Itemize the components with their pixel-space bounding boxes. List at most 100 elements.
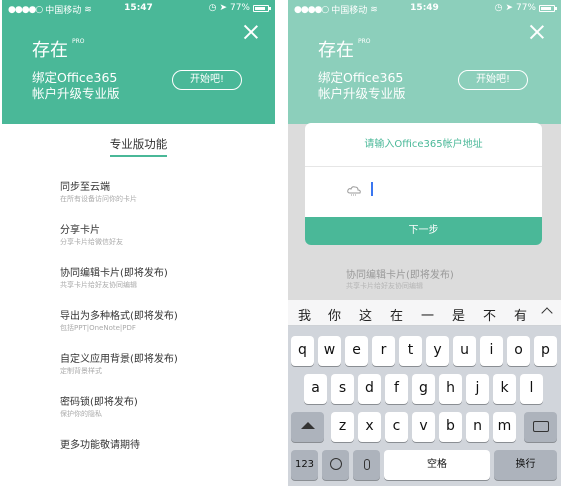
candidate-word[interactable]: 在: [390, 305, 403, 324]
pro-badge: PRO: [358, 38, 371, 45]
chevron-up-icon[interactable]: [541, 307, 553, 319]
key[interactable]: d: [358, 374, 381, 404]
key[interactable]: c: [385, 412, 408, 442]
key[interactable]: q: [291, 336, 314, 366]
dimmed-feature-title: 协同编辑卡片(即将发布): [346, 270, 454, 281]
feature-export: 导出为多种格式(即将发布) 包括PPT|OneNote|PDF: [60, 307, 265, 350]
key[interactable]: x: [358, 412, 381, 442]
key[interactable]: y: [426, 336, 449, 366]
globe-key[interactable]: [322, 450, 349, 480]
key[interactable]: b: [439, 412, 462, 442]
key[interactable]: s: [331, 374, 354, 404]
backspace-icon: [532, 421, 549, 432]
dimmed-feature-subtitle: 共享卡片给好友协同编辑: [346, 282, 423, 290]
key[interactable]: g: [412, 374, 435, 404]
feature-subtitle: 保护你的隐私: [60, 410, 102, 418]
candidate-word[interactable]: 不: [483, 305, 496, 324]
feature-subtitle: 共享卡片给好友协同编辑: [60, 281, 137, 289]
feature-share: 分享卡片 分享卡片给微信好友: [60, 221, 265, 264]
close-icon: [529, 24, 545, 40]
key[interactable]: l: [520, 374, 543, 404]
key[interactable]: k: [493, 374, 516, 404]
account-input-row[interactable]: [305, 167, 542, 217]
location-icon: ➤: [505, 3, 513, 13]
candidate-word[interactable]: 一: [421, 305, 434, 324]
account-address-input[interactable]: [367, 181, 517, 199]
feature-coedit: 协同编辑卡片(即将发布) 共享卡片给好友协同编辑: [60, 264, 265, 307]
key[interactable]: i: [480, 336, 503, 366]
key[interactable]: u: [453, 336, 476, 366]
battery-icon: [253, 4, 271, 12]
key[interactable]: m: [493, 412, 516, 442]
feature-subtitle: 定制背景样式: [60, 367, 102, 375]
alarm-icon: ◷: [494, 3, 503, 13]
promo-line-2: 帐户升级专业版: [32, 86, 120, 101]
key[interactable]: v: [412, 412, 435, 442]
key[interactable]: j: [466, 374, 489, 404]
return-key[interactable]: 换行: [494, 450, 557, 480]
feature-sync: 同步至云端 在所有设备访问你的卡片: [60, 178, 265, 221]
key[interactable]: z: [331, 412, 354, 442]
key[interactable]: r: [372, 336, 395, 366]
feature-more: 更多功能敬请期待: [60, 436, 265, 479]
candidate-word[interactable]: 我: [298, 305, 311, 324]
promo-line-1: 绑定Office365: [318, 70, 404, 85]
keyboard: q w e r t y u i o p a s d f g h j k l z …: [288, 326, 561, 486]
globe-icon: [329, 458, 342, 470]
shift-icon: [300, 422, 315, 429]
promo-header-dimmed: ●●●●○ 中国移动 ≋ 15:49 ◷ ➤ 77% 存在 PRO 绑定Offic…: [288, 0, 561, 124]
key[interactable]: n: [466, 412, 489, 442]
candidate-word[interactable]: 你: [328, 305, 341, 324]
start-button: 开始吧!: [458, 70, 528, 90]
key[interactable]: e: [345, 336, 368, 366]
start-button[interactable]: 开始吧!: [172, 70, 242, 90]
office365-dialog: 请输入Office365帐户地址 下一步: [305, 123, 542, 245]
dimmed-feature: 协同编辑卡片(即将发布) 共享卡片给好友协同编辑: [346, 266, 454, 291]
screen-office365-input: 协同编辑卡片(即将发布) 共享卡片给好友协同编辑 ●●●●○ 中国移动 ≋ 15…: [288, 0, 561, 486]
feature-list: 同步至云端 在所有设备访问你的卡片 分享卡片 分享卡片给微信好友 协同编辑卡片(…: [60, 178, 265, 479]
battery-percent: 77%: [229, 3, 250, 13]
dialog-title: 请输入Office365帐户地址: [305, 123, 542, 167]
status-bar: ●●●●○ 中国移动 ≋ 15:47 ◷ ➤ 77%: [2, 0, 275, 16]
features-title-wrap: 专业版功能: [2, 136, 275, 157]
key[interactable]: h: [439, 374, 462, 404]
key[interactable]: o: [507, 336, 530, 366]
brand-name: 存在: [32, 40, 68, 61]
promo-text: 绑定Office365 帐户升级专业版: [32, 70, 120, 102]
key[interactable]: p: [534, 336, 557, 366]
status-bar: ●●●●○ 中国移动 ≋ 15:49 ◷ ➤ 77%: [288, 0, 561, 16]
close-icon[interactable]: [243, 24, 259, 40]
feature-title: 密码锁(即将发布): [60, 397, 138, 408]
screen-pro-features: ●●●●○ 中国移动 ≋ 15:47 ◷ ➤ 77% 存在 PRO 绑定Offic…: [2, 0, 275, 486]
promo-line-2: 帐户升级专业版: [318, 86, 406, 101]
next-button[interactable]: 下一步: [305, 217, 542, 245]
candidate-word[interactable]: 这: [359, 305, 372, 324]
candidate-bar: 我 你 这 在 一 是 不 有: [288, 300, 561, 326]
candidate-word[interactable]: 有: [514, 305, 527, 324]
pro-badge: PRO: [72, 38, 85, 45]
dictation-key[interactable]: [353, 450, 380, 480]
feature-title: 分享卡片: [60, 225, 100, 236]
numbers-key[interactable]: 123: [291, 450, 318, 480]
feature-background: 自定义应用背景(即将发布) 定制背景样式: [60, 350, 265, 393]
brand-name: 存在: [318, 40, 354, 61]
key[interactable]: t: [399, 336, 422, 366]
promo-text: 绑定Office365 帐户升级专业版: [318, 70, 406, 102]
feature-subtitle: 分享卡片给微信好友: [60, 238, 123, 246]
candidate-word[interactable]: 是: [452, 305, 465, 324]
battery-icon: [539, 4, 557, 12]
key[interactable]: a: [304, 374, 327, 404]
feature-lock: 密码锁(即将发布) 保护你的隐私: [60, 393, 265, 436]
promo-header: ●●●●○ 中国移动 ≋ 15:47 ◷ ➤ 77% 存在 PRO 绑定Offic…: [2, 0, 275, 124]
key[interactable]: f: [385, 374, 408, 404]
microphone-icon: [363, 459, 370, 470]
shift-key[interactable]: [291, 412, 324, 442]
location-icon: ➤: [219, 3, 227, 13]
space-key[interactable]: 空格: [384, 450, 490, 480]
features-title: 专业版功能: [109, 136, 168, 157]
key[interactable]: w: [318, 336, 341, 366]
feature-title: 协同编辑卡片(即将发布): [60, 268, 168, 279]
feature-title: 导出为多种格式(即将发布): [60, 311, 178, 322]
delete-key[interactable]: [524, 412, 557, 442]
feature-title: 更多功能敬请期待: [60, 440, 140, 451]
